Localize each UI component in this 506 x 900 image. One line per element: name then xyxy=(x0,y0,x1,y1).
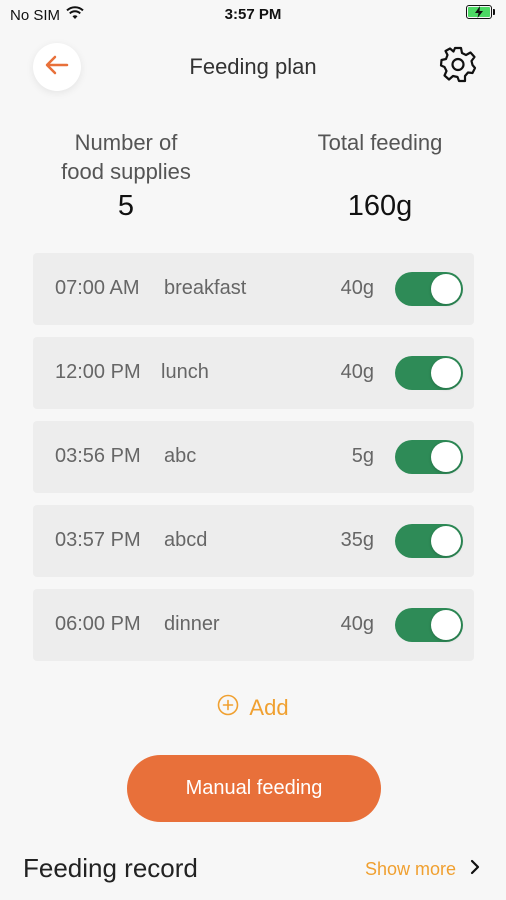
toggle-knob xyxy=(431,526,461,556)
settings-button[interactable] xyxy=(436,45,480,89)
plan-amount: 35g xyxy=(340,529,374,551)
plan-amount: 40g xyxy=(340,613,374,635)
food-supplies-label-line2: food supplies xyxy=(61,159,191,184)
toggle-knob xyxy=(431,610,461,640)
plan-row[interactable]: 12:00 PM lunch 40g xyxy=(33,337,474,409)
feeding-record-title: Feeding record xyxy=(23,853,198,883)
total-feeding-summary: Total feeding 160g xyxy=(296,128,464,223)
plan-time: 12:00 PM xyxy=(55,361,141,383)
gear-icon xyxy=(438,45,478,90)
plan-name: lunch xyxy=(161,361,209,383)
toggle-knob xyxy=(431,442,461,472)
toggle-knob xyxy=(431,274,461,304)
show-more-link[interactable]: Show more xyxy=(365,859,480,880)
plan-amount: 5g xyxy=(351,445,374,467)
show-more-label: Show more xyxy=(364,859,456,879)
feeding-summary: Number of food supplies 5 Total feeding … xyxy=(0,128,506,228)
add-plan-button[interactable]: Add xyxy=(0,694,506,722)
chevron-right-icon xyxy=(470,859,480,880)
plan-amount: 40g xyxy=(340,277,374,299)
plan-name: breakfast xyxy=(164,277,247,299)
toggle-knob xyxy=(431,358,461,388)
manual-feeding-button[interactable]: Manual feeding xyxy=(127,755,381,822)
status-time: 3:57 PM xyxy=(224,6,282,23)
plan-name: dinner xyxy=(164,613,220,635)
food-supplies-summary: Number of food supplies 5 xyxy=(40,128,212,223)
food-supplies-value: 5 xyxy=(117,190,135,222)
food-supplies-label-line1: Number of xyxy=(74,130,178,155)
plan-time: 07:00 AM xyxy=(55,277,140,299)
total-feeding-value: 160g xyxy=(347,190,413,222)
plan-name: abc xyxy=(164,445,197,467)
add-label: Add xyxy=(249,695,289,720)
plan-name: abcd xyxy=(164,529,208,551)
plan-toggle[interactable] xyxy=(395,356,463,390)
plan-toggle[interactable] xyxy=(395,440,463,474)
plan-row[interactable]: 06:00 PM dinner 40g xyxy=(33,589,474,661)
total-feeding-label: Total feeding xyxy=(317,130,443,155)
feeding-plan-list: 07:00 AM breakfast 40g 12:00 PM lunch 40… xyxy=(33,253,474,673)
battery-charging-icon xyxy=(466,5,495,19)
plan-row[interactable]: 03:56 PM abc 5g xyxy=(33,421,474,493)
plan-amount: 40g xyxy=(340,361,374,383)
page-title: Feeding plan xyxy=(189,54,317,79)
plan-toggle[interactable] xyxy=(395,608,463,642)
plan-row[interactable]: 07:00 AM breakfast 40g xyxy=(33,253,474,325)
plan-time: 03:57 PM xyxy=(55,529,141,551)
plan-toggle[interactable] xyxy=(395,524,463,558)
plan-time: 03:56 PM xyxy=(55,445,141,467)
status-bar: No SIM 3:57 PM xyxy=(0,0,506,30)
plan-time: 06:00 PM xyxy=(55,613,141,635)
plus-circle-icon xyxy=(217,694,239,722)
plan-row[interactable]: 03:57 PM abcd 35g xyxy=(33,505,474,577)
plan-toggle[interactable] xyxy=(395,272,463,306)
